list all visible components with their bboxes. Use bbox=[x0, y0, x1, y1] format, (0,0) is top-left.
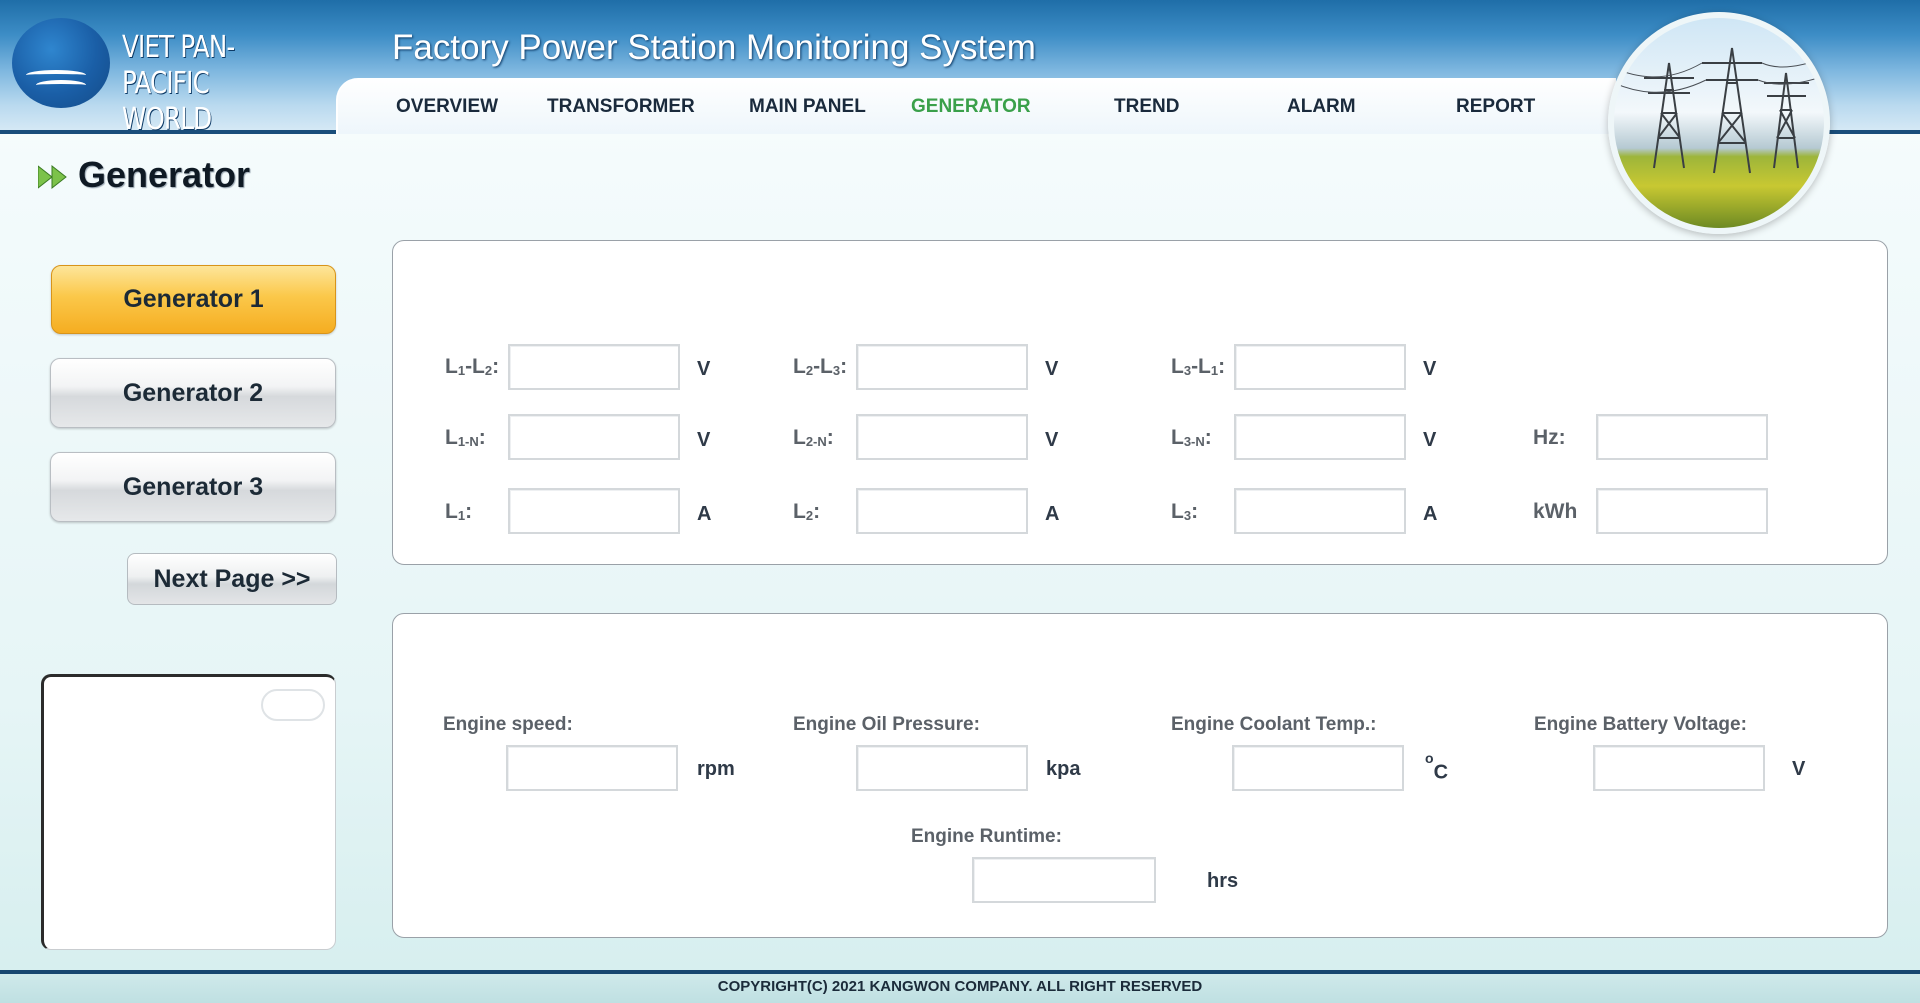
hz-label: Hz: bbox=[1533, 426, 1566, 449]
engine-coolant-temp-label: Engine Coolant Temp.: bbox=[1171, 714, 1377, 735]
l3-current-label: L3: bbox=[1171, 500, 1199, 523]
engine-speed-unit: rpm bbox=[697, 758, 735, 780]
main-nav: OVERVIEW TRANSFORMER MAIN PANEL GENERATO… bbox=[336, 78, 1616, 134]
nav-transformer[interactable]: TRANSFORMER bbox=[547, 96, 695, 118]
footer-copyright: COPYRIGHT(C) 2021 KANGWON COMPANY. ALL R… bbox=[0, 970, 1920, 1003]
l3-l1-unit: V bbox=[1423, 358, 1437, 380]
l2-n-label: L2-N: bbox=[793, 426, 834, 449]
engine-runtime-label: Engine Runtime: bbox=[911, 826, 1062, 847]
l3-l1-voltage-field bbox=[1234, 344, 1406, 390]
engine-oil-pressure-label: Engine Oil Pressure: bbox=[793, 714, 980, 735]
l2-l3-unit: V bbox=[1045, 358, 1059, 380]
side-panel bbox=[41, 674, 336, 950]
double-arrow-icon bbox=[38, 164, 67, 190]
nav-overview[interactable]: OVERVIEW bbox=[396, 96, 498, 118]
company-logo-text: VIET PAN-PACIFIC WORLD bbox=[122, 30, 235, 137]
l2-current-field bbox=[856, 488, 1028, 534]
engine-battery-voltage-label: Engine Battery Voltage: bbox=[1534, 714, 1747, 735]
nav-main-panel[interactable]: MAIN PANEL bbox=[749, 96, 866, 118]
l1-n-voltage-field bbox=[508, 414, 680, 460]
nav-alarm[interactable]: ALARM bbox=[1287, 96, 1356, 118]
l2-current-unit: A bbox=[1045, 503, 1060, 525]
engine-runtime-field bbox=[972, 857, 1156, 903]
l1-current-label: L1: bbox=[445, 500, 473, 523]
next-page-button[interactable]: Next Page >> bbox=[127, 553, 337, 605]
l3-n-label: L3-N: bbox=[1171, 426, 1212, 449]
nav-report[interactable]: REPORT bbox=[1456, 96, 1535, 118]
engine-speed-label: Engine speed: bbox=[443, 714, 573, 735]
page-title: Generator bbox=[78, 154, 251, 195]
kwh-label: kWh bbox=[1533, 500, 1578, 523]
l3-l1-label: L3-L1: bbox=[1171, 355, 1226, 378]
nav-trend[interactable]: TREND bbox=[1114, 96, 1179, 118]
engine-oil-pressure-unit: kpa bbox=[1046, 758, 1081, 780]
generator-1-button[interactable]: Generator 1 bbox=[51, 265, 336, 334]
engine-battery-voltage-unit: V bbox=[1792, 758, 1806, 780]
l1-n-unit: V bbox=[697, 429, 711, 451]
electrical-readings-panel: L1-L2: V L2-L3: V L3-L1: V L1-N: V L2-N:… bbox=[392, 240, 1888, 565]
l2-n-voltage-field bbox=[856, 414, 1028, 460]
l2-current-label: L2: bbox=[793, 500, 821, 523]
l1-l2-label: L1-L2: bbox=[445, 355, 500, 378]
frequency-field bbox=[1596, 414, 1768, 460]
l3-n-voltage-field bbox=[1234, 414, 1406, 460]
l3-current-unit: A bbox=[1423, 503, 1438, 525]
company-logo-icon bbox=[12, 18, 110, 108]
l2-n-unit: V bbox=[1045, 429, 1059, 451]
l1-current-field bbox=[508, 488, 680, 534]
generator-3-button[interactable]: Generator 3 bbox=[50, 452, 336, 522]
app-title: Factory Power Station Monitoring System bbox=[392, 28, 1036, 67]
l1-l2-unit: V bbox=[697, 358, 711, 380]
l2-l3-label: L2-L3: bbox=[793, 355, 848, 378]
engine-speed-field bbox=[506, 745, 678, 791]
engine-readings-panel: Engine speed: rpm Engine Oil Pressure: k… bbox=[392, 613, 1888, 938]
l1-current-unit: A bbox=[697, 503, 712, 525]
engine-runtime-unit: hrs bbox=[1207, 870, 1239, 892]
l3-current-field bbox=[1234, 488, 1406, 534]
l3-n-unit: V bbox=[1423, 429, 1437, 451]
l2-l3-voltage-field bbox=[856, 344, 1028, 390]
l1-n-label: L1-N: bbox=[445, 426, 486, 449]
side-panel-toggle[interactable] bbox=[261, 689, 325, 721]
engine-oil-pressure-field bbox=[856, 745, 1028, 791]
generator-2-button[interactable]: Generator 2 bbox=[50, 358, 336, 428]
l1-l2-voltage-field bbox=[508, 344, 680, 390]
nav-generator[interactable]: GENERATOR bbox=[911, 96, 1031, 118]
energy-kwh-field bbox=[1596, 488, 1768, 534]
engine-battery-voltage-field bbox=[1593, 745, 1765, 791]
engine-coolant-temp-unit: oC bbox=[1425, 750, 1449, 784]
engine-coolant-temp-field bbox=[1232, 745, 1404, 791]
power-tower-image bbox=[1608, 12, 1830, 234]
